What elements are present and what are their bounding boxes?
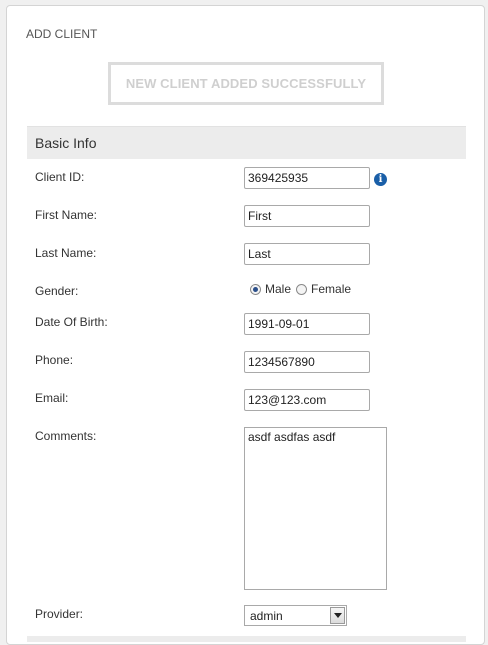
dob-input[interactable] — [244, 313, 370, 335]
gender-label: Gender: — [35, 284, 79, 298]
dropdown-triangle — [333, 613, 342, 618]
first-name-label: First Name: — [35, 208, 98, 222]
footer-divider — [27, 636, 466, 642]
radio-selected-dot — [253, 286, 258, 292]
client-id-input[interactable] — [244, 167, 370, 189]
phone-label: Phone: — [35, 353, 74, 367]
chevron-down-icon[interactable] — [330, 607, 345, 624]
email-input[interactable] — [244, 389, 370, 411]
section-header-basic-info: Basic Info — [27, 126, 466, 159]
last-name-input[interactable] — [244, 243, 370, 265]
page-title: ADD CLIENT — [26, 27, 98, 41]
add-client-panel: ADD CLIENT NEW CLIENT ADDED SUCCESSFULLY… — [6, 5, 485, 645]
provider-label: Provider: — [35, 607, 84, 621]
info-icon[interactable]: i — [374, 173, 387, 186]
comments-textarea[interactable]: asdf asdfas asdf — [244, 427, 387, 590]
gender-male-radio[interactable] — [250, 283, 261, 295]
last-name-label: Last Name: — [35, 246, 97, 260]
provider-select-value: admin — [250, 609, 283, 623]
gender-female-label[interactable]: Female — [311, 282, 351, 296]
email-label: Email: — [35, 391, 69, 405]
first-name-input[interactable] — [244, 205, 370, 227]
comments-label: Comments: — [35, 429, 97, 443]
client-id-label: Client ID: — [35, 170, 85, 184]
dob-label: Date Of Birth: — [35, 315, 108, 329]
phone-input[interactable] — [244, 351, 370, 373]
gender-radio-group: Male Female — [250, 282, 356, 296]
gender-female-radio[interactable] — [296, 283, 308, 295]
provider-select[interactable]: admin — [244, 605, 347, 626]
gender-male-label[interactable]: Male — [265, 282, 291, 296]
success-banner: NEW CLIENT ADDED SUCCESSFULLY — [108, 62, 384, 105]
